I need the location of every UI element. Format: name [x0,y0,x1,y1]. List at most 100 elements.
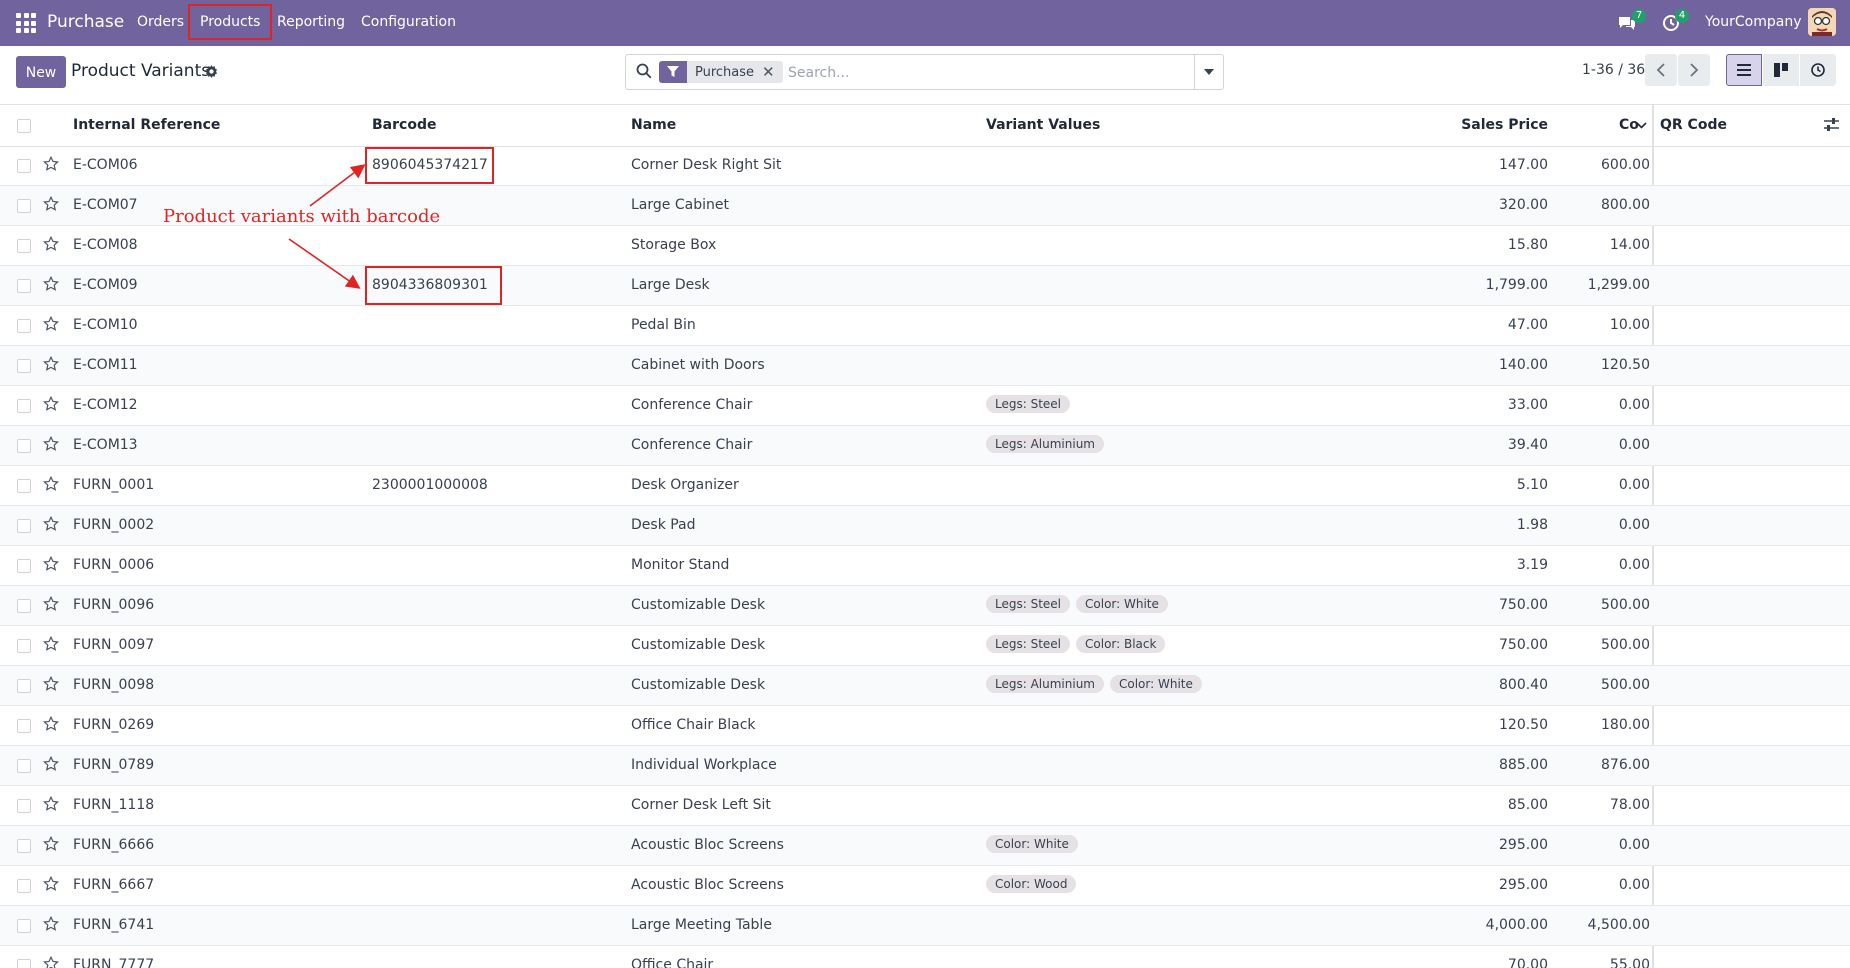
row-checkbox[interactable] [17,479,31,493]
star-icon[interactable] [43,676,59,692]
search-icon[interactable] [636,63,652,83]
company-switcher[interactable]: YourCompany [1705,14,1802,30]
menu-reporting[interactable]: Reporting [277,14,345,30]
cell-internal-reference: FURN_0002 [73,517,155,533]
table-row[interactable]: E-COM09 8904336809301 Large Desk 1,799.00 1,… [0,266,1850,306]
cell-name: Acoustic Bloc Screens [631,877,784,893]
list-view-button[interactable] [1726,54,1762,86]
table-row[interactable]: E-COM13 Conference Chair Legs: Aluminium 39… [0,426,1850,466]
star-icon[interactable] [43,436,59,452]
star-icon[interactable] [43,716,59,732]
table-row[interactable]: FURN_0006 Monitor Stand 3.19 0.00 [0,546,1850,586]
row-checkbox[interactable] [17,159,31,173]
table-row[interactable]: FURN_0002 Desk Pad 1.98 0.00 [0,506,1850,546]
cell-cost: 1,299.00 [1587,277,1650,293]
table-row[interactable]: E-COM06 8906045374217 Corner Desk Right Si… [0,146,1850,186]
user-avatar[interactable] [1808,8,1836,36]
row-checkbox[interactable] [17,319,31,333]
star-icon[interactable] [43,516,59,532]
row-checkbox[interactable] [17,719,31,733]
row-checkbox[interactable] [17,399,31,413]
star-icon[interactable] [43,876,59,892]
star-icon[interactable] [43,836,59,852]
star-icon[interactable] [43,636,59,652]
search-options-toggle[interactable] [1194,55,1223,89]
table-row[interactable]: FURN_0789 Individual Workplace 885.00 876.0… [0,746,1850,786]
select-all-checkbox[interactable] [17,119,31,133]
row-checkbox[interactable] [17,679,31,693]
sort-chevron-icon[interactable] [1636,122,1647,129]
table-row[interactable]: FURN_0098 Customizable Desk Legs: Aluminiu… [0,666,1850,706]
header-name[interactable]: Name [631,117,676,133]
table-row[interactable]: FURN_7777 Office Chair 70.00 55.00 [0,946,1850,968]
menu-products[interactable]: Products [188,4,273,40]
row-checkbox[interactable] [17,639,31,653]
activity-view-button[interactable] [1800,54,1836,86]
row-checkbox[interactable] [17,439,31,453]
header-variant-values[interactable]: Variant Values [986,117,1100,133]
star-icon[interactable] [43,796,59,812]
table-row[interactable]: FURN_0097 Customizable Desk Legs: Steel Col… [0,626,1850,666]
star-icon[interactable] [43,356,59,372]
star-icon[interactable] [43,956,59,968]
table-row[interactable]: FURN_0269 Office Chair Black 120.50 180.00 [0,706,1850,746]
star-icon[interactable] [43,236,59,252]
table-row[interactable]: FURN_6666 Acoustic Bloc Screens Color: Whi… [0,826,1850,866]
star-icon[interactable] [43,596,59,612]
optional-columns-icon[interactable] [1824,118,1839,132]
row-checkbox[interactable] [17,559,31,573]
row-checkbox[interactable] [17,839,31,853]
star-icon[interactable] [43,556,59,572]
table-row[interactable]: E-COM10 Pedal Bin 47.00 10.00 [0,306,1850,346]
row-checkbox[interactable] [17,959,31,968]
table-row[interactable]: FURN_1118 Corner Desk Left Sit 85.00 78.00 [0,786,1850,826]
table-row[interactable]: E-COM08 Storage Box 15.80 14.00 [0,226,1850,266]
kanban-view-button[interactable] [1763,54,1799,86]
table-row[interactable]: FURN_6667 Acoustic Bloc Screens Color: Woo… [0,866,1850,906]
row-checkbox[interactable] [17,919,31,933]
header-qr-code[interactable]: QR Code [1660,117,1727,133]
app-name[interactable]: Purchase [47,12,124,32]
row-checkbox[interactable] [17,759,31,773]
row-checkbox[interactable] [17,599,31,613]
header-internal-reference[interactable]: Internal Reference [73,117,220,133]
table-row[interactable]: FURN_0001 2300001000008 Desk Organizer 5.10… [0,466,1850,506]
star-icon[interactable] [43,156,59,172]
header-barcode[interactable]: Barcode [372,117,436,133]
star-icon[interactable] [43,916,59,932]
remove-facet-icon[interactable]: ✕ [762,63,783,81]
pager-value[interactable]: 1-36 / 36 [1582,62,1645,78]
table-row[interactable]: FURN_6741 Large Meeting Table 4,000.00 4,50… [0,906,1850,946]
table-row[interactable]: E-COM12 Conference Chair Legs: Steel 33.00 0… [0,386,1850,426]
row-checkbox[interactable] [17,359,31,373]
cell-internal-reference: E-COM06 [73,157,138,173]
app-grid-icon[interactable] [16,13,36,33]
table-row[interactable]: FURN_0096 Customizable Desk Legs: Steel Col… [0,586,1850,626]
list-icon [1737,64,1751,76]
row-checkbox[interactable] [17,239,31,253]
row-checkbox[interactable] [17,279,31,293]
star-icon[interactable] [43,316,59,332]
table-row[interactable]: E-COM11 Cabinet with Doors 140.00 120.50 [0,346,1850,386]
search-input[interactable] [786,61,1170,85]
star-icon[interactable] [43,276,59,292]
cell-sales-price: 140.00 [1499,357,1548,373]
pager-next-button[interactable] [1678,54,1710,86]
header-sales-price[interactable]: Sales Price [1440,117,1548,133]
star-icon[interactable] [43,756,59,772]
row-checkbox[interactable] [17,519,31,533]
menu-configuration[interactable]: Configuration [361,14,456,30]
clock-icon [1811,63,1825,77]
table-body: E-COM06 8906045374217 Corner Desk Right Si… [0,146,1850,968]
cell-cost: 120.50 [1601,357,1650,373]
row-checkbox[interactable] [17,799,31,813]
star-icon[interactable] [43,476,59,492]
star-icon[interactable] [43,396,59,412]
pager-previous-button[interactable] [1645,54,1677,86]
new-button[interactable]: New [16,56,66,88]
gear-icon[interactable] [205,65,218,82]
row-checkbox[interactable] [17,199,31,213]
row-checkbox[interactable] [17,879,31,893]
menu-orders[interactable]: Orders [137,14,184,30]
star-icon[interactable] [43,196,59,212]
